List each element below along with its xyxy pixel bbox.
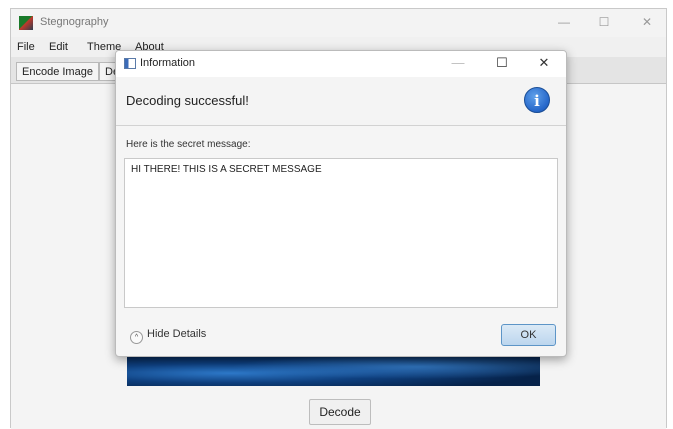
ok-button[interactable]: OK xyxy=(501,324,556,346)
dialog-title: Information xyxy=(140,57,196,69)
dialog-minimize-button[interactable]: — xyxy=(449,55,467,70)
app-icon xyxy=(19,16,33,30)
hide-details-toggle[interactable]: ^ Hide Details xyxy=(130,328,206,344)
secret-message-textarea[interactable]: HI THERE! THIS IS A SECRET MESSAGE xyxy=(124,158,558,308)
dialog-maximize-button[interactable]: ☐ xyxy=(493,55,511,71)
info-icon: i xyxy=(524,87,550,113)
tab-encode-image[interactable]: Encode Image xyxy=(16,62,99,81)
close-button[interactable]: ✕ xyxy=(639,15,655,29)
title-bar: Stegnography — ☐ ✕ xyxy=(11,9,666,37)
decoded-image-preview xyxy=(127,354,540,386)
menu-file[interactable]: File xyxy=(17,41,35,53)
maximize-button[interactable]: ☐ xyxy=(596,15,612,29)
decode-button[interactable]: Decode xyxy=(309,399,371,425)
dialog-header-text: Decoding successful! xyxy=(126,93,249,108)
menu-edit[interactable]: Edit xyxy=(49,41,68,53)
dialog-header: Decoding successful! i xyxy=(116,77,566,126)
dialog-title-bar: Information — ☐ ✕ xyxy=(116,51,566,77)
information-dialog: Information — ☐ ✕ Decoding successful! i… xyxy=(115,50,567,357)
chevron-up-icon: ^ xyxy=(130,331,143,344)
hide-details-label: Hide Details xyxy=(147,328,207,340)
secret-message-label: Here is the secret message: xyxy=(126,139,251,150)
window-icon xyxy=(124,58,136,69)
dialog-close-button[interactable]: ✕ xyxy=(535,55,553,71)
minimize-button[interactable]: — xyxy=(556,15,572,29)
window-title: Stegnography xyxy=(40,16,109,28)
